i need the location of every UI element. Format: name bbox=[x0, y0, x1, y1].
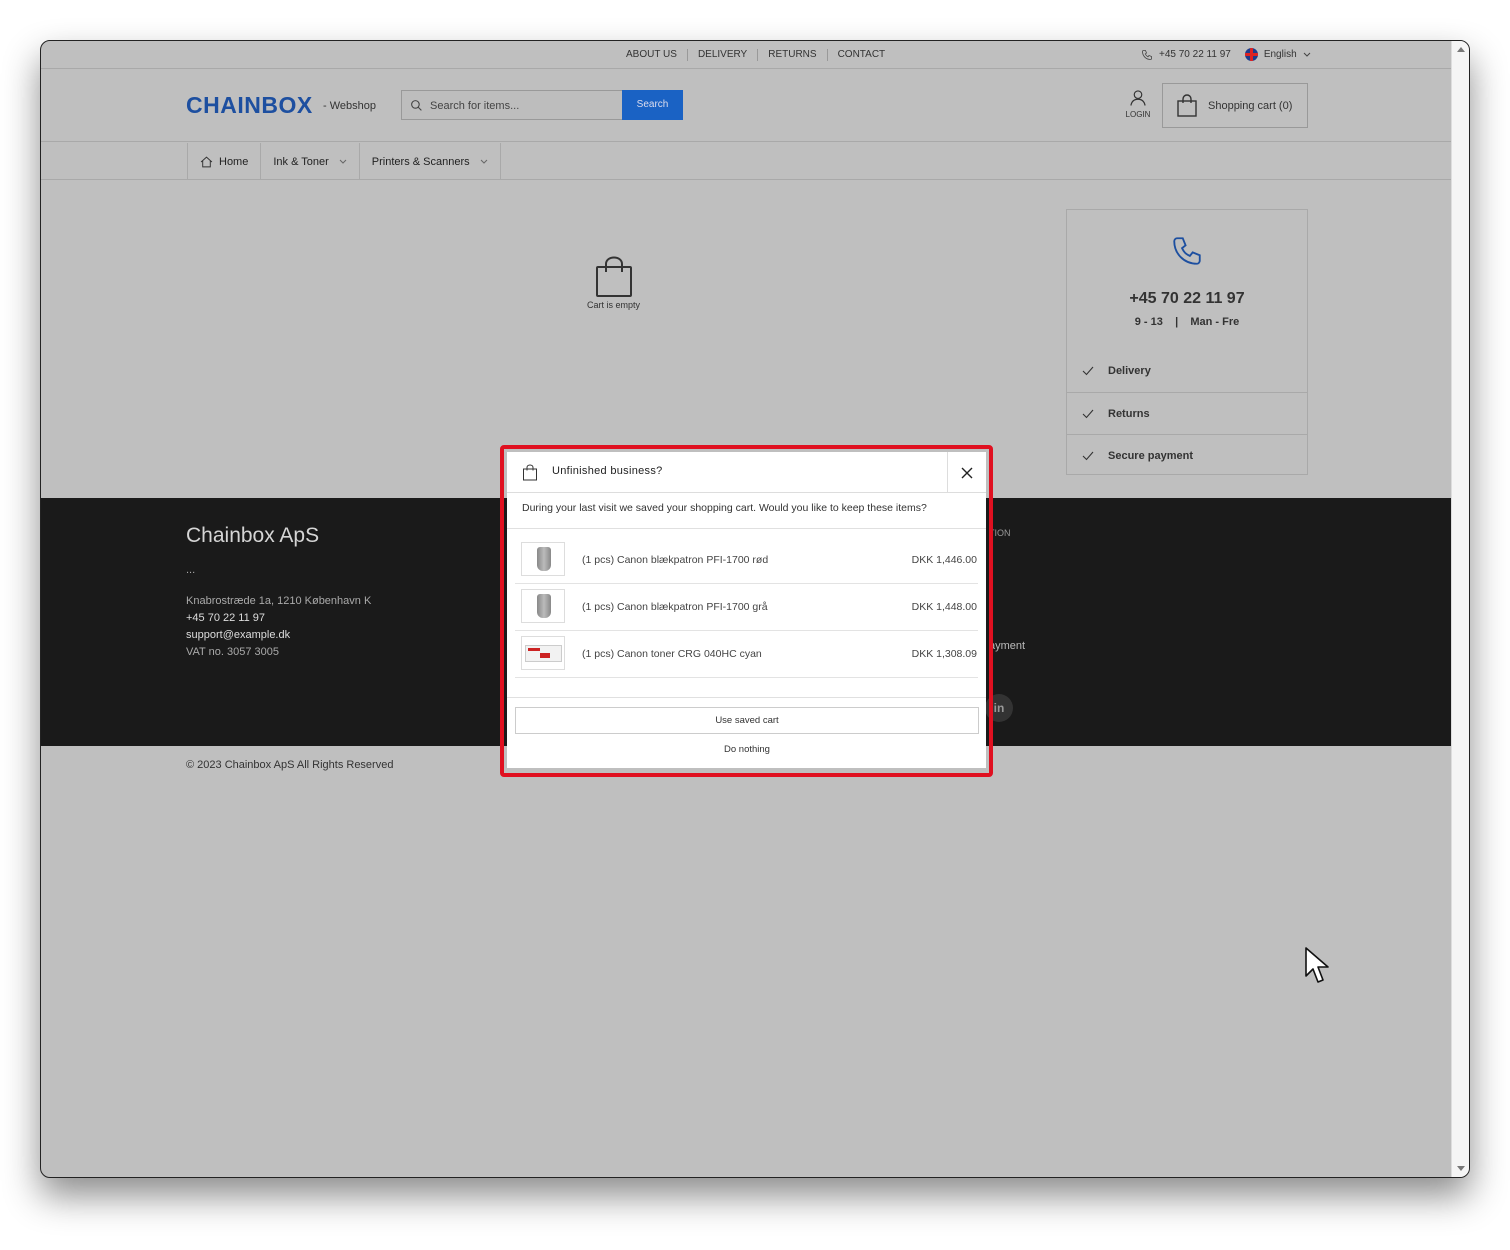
main-nav: Home Ink & Toner Printers & Scanners bbox=[41, 143, 1452, 180]
search-placeholder: Search for items... bbox=[430, 100, 520, 112]
modal-header: Unfinished business? bbox=[507, 452, 986, 493]
cart-label: Shopping cart (0) bbox=[1208, 100, 1293, 112]
list-item[interactable]: (1 pcs) Canon blækpatron PFI-1700 rød DK… bbox=[515, 537, 978, 584]
feature-list: Delivery Returns Secure payment bbox=[1067, 350, 1307, 476]
top-link-contact[interactable]: CONTACT bbox=[826, 49, 896, 61]
top-phone[interactable]: +45 70 22 11 97 bbox=[1159, 49, 1231, 60]
feature-label: Returns bbox=[1108, 407, 1150, 420]
top-link-about[interactable]: ABOUT US bbox=[616, 49, 687, 61]
chevron-down-icon bbox=[480, 159, 487, 164]
login-label: LOGIN bbox=[1125, 110, 1151, 119]
scrollbar[interactable] bbox=[1451, 41, 1469, 1177]
site-header: CHAINBOX - Webshop Search for items... S… bbox=[41, 70, 1452, 142]
check-icon bbox=[1082, 451, 1094, 460]
top-contact: +45 70 22 11 97 English bbox=[1141, 48, 1311, 61]
footer-address: Knabrostræde 1a, 1210 København K bbox=[186, 595, 372, 607]
item-name: (1 pcs) Canon blækpatron PFI-1700 rød bbox=[582, 554, 769, 566]
shopping-cart-button[interactable]: Shopping cart (0) bbox=[1162, 83, 1308, 128]
scroll-down-icon[interactable] bbox=[1457, 1166, 1465, 1171]
footer-dots: ... bbox=[186, 564, 196, 576]
divider bbox=[507, 528, 986, 529]
footer-phone[interactable]: +45 70 22 11 97 bbox=[186, 610, 371, 627]
do-nothing-button[interactable]: Do nothing bbox=[515, 740, 979, 760]
home-icon bbox=[200, 155, 213, 167]
item-price: DKK 1,446.00 bbox=[911, 554, 977, 566]
modal-title: Unfinished business? bbox=[552, 465, 663, 477]
check-icon bbox=[1082, 409, 1094, 418]
feature-secure-payment[interactable]: Secure payment bbox=[1067, 434, 1307, 476]
phone-icon bbox=[1173, 237, 1201, 265]
saved-cart-modal: Unfinished business? During your last vi… bbox=[507, 452, 986, 768]
item-price: DKK 1,308.09 bbox=[911, 648, 977, 660]
use-saved-cart-button[interactable]: Use saved cart bbox=[515, 707, 979, 734]
phone-icon bbox=[1142, 49, 1152, 60]
ink-cartridge-image bbox=[537, 594, 551, 618]
item-name: (1 pcs) Canon blækpatron PFI-1700 grå bbox=[582, 601, 768, 613]
logo[interactable]: CHAINBOX bbox=[186, 92, 313, 119]
product-thumbnail bbox=[521, 542, 565, 576]
feature-label: Secure payment bbox=[1108, 449, 1193, 462]
nav-item-ink-toner[interactable]: Ink & Toner bbox=[261, 143, 360, 180]
item-name: (1 pcs) Canon toner CRG 040HC cyan bbox=[582, 648, 762, 660]
top-link-returns[interactable]: RETURNS bbox=[757, 49, 826, 61]
nav-label-ink-toner: Ink & Toner bbox=[273, 155, 329, 168]
search-button[interactable]: Search bbox=[622, 90, 683, 120]
top-bar: ABOUT US DELIVERY RETURNS CONTACT +45 70… bbox=[41, 41, 1452, 69]
top-link-delivery[interactable]: DELIVERY bbox=[686, 49, 757, 61]
empty-cart-text: Cart is empty bbox=[586, 300, 640, 310]
sidebar-phone[interactable]: +45 70 22 11 97 bbox=[1067, 290, 1307, 308]
top-links: ABOUT US DELIVERY RETURNS CONTACT bbox=[616, 49, 895, 61]
nav-label-printers-scanners: Printers & Scanners bbox=[371, 155, 470, 168]
shopping-bag-icon bbox=[1177, 94, 1197, 117]
search-input[interactable]: Search for items... bbox=[401, 90, 623, 120]
footer-email[interactable]: support@example.dk bbox=[186, 627, 371, 644]
product-thumbnail bbox=[521, 589, 565, 623]
nav-item-home[interactable]: Home bbox=[188, 143, 262, 180]
product-thumbnail bbox=[521, 636, 565, 670]
nav-label-home: Home bbox=[219, 155, 249, 168]
modal-message: During your last visit we saved your sho… bbox=[522, 502, 927, 514]
feature-delivery[interactable]: Delivery bbox=[1067, 350, 1307, 392]
nav-item-printers-scanners[interactable]: Printers & Scanners bbox=[360, 143, 501, 180]
toner-box-image bbox=[525, 645, 562, 662]
footer-address-block: Knabrostræde 1a, 1210 København K +45 70… bbox=[186, 593, 371, 661]
feature-returns[interactable]: Returns bbox=[1067, 392, 1307, 434]
saved-items-list: (1 pcs) Canon blækpatron PFI-1700 rød DK… bbox=[515, 537, 978, 678]
check-icon bbox=[1082, 366, 1094, 376]
scroll-up-icon[interactable] bbox=[1457, 47, 1465, 52]
close-icon bbox=[961, 467, 973, 478]
tagline: - Webshop bbox=[323, 100, 376, 112]
search-icon bbox=[411, 100, 422, 111]
divider bbox=[507, 697, 986, 698]
footer-vat: VAT no. 3057 3005 bbox=[186, 646, 279, 658]
language-selector[interactable]: English bbox=[1264, 49, 1297, 60]
footer-payment-link[interactable]: ayment bbox=[989, 640, 1025, 652]
close-button[interactable] bbox=[947, 452, 986, 493]
mouse-cursor-icon bbox=[1305, 947, 1329, 983]
list-item[interactable]: (1 pcs) Canon toner CRG 040HC cyan DKK 1… bbox=[515, 631, 978, 678]
sidebar-hours: 9 - 13 | Man - Fre bbox=[1134, 316, 1240, 328]
shopping-bag-icon bbox=[595, 256, 632, 297]
user-icon bbox=[1130, 90, 1146, 106]
uk-flag-icon bbox=[1244, 48, 1258, 61]
list-item[interactable]: (1 pcs) Canon blækpatron PFI-1700 grå DK… bbox=[515, 584, 978, 631]
contact-info-box: +45 70 22 11 97 9 - 13 | Man - Fre Deliv… bbox=[1066, 209, 1308, 475]
login-button[interactable]: LOGIN bbox=[1125, 88, 1151, 119]
feature-label: Delivery bbox=[1108, 365, 1151, 377]
chevron-down-icon[interactable] bbox=[1303, 52, 1311, 58]
empty-cart-notice: Cart is empty bbox=[571, 256, 656, 310]
item-price: DKK 1,448.00 bbox=[911, 601, 977, 613]
shopping-bag-icon bbox=[523, 464, 537, 481]
chevron-down-icon bbox=[339, 159, 347, 164]
copyright: © 2023 Chainbox ApS All Rights Reserved bbox=[186, 759, 394, 771]
footer-company-name: Chainbox ApS bbox=[186, 524, 320, 547]
ink-cartridge-image bbox=[537, 547, 551, 571]
